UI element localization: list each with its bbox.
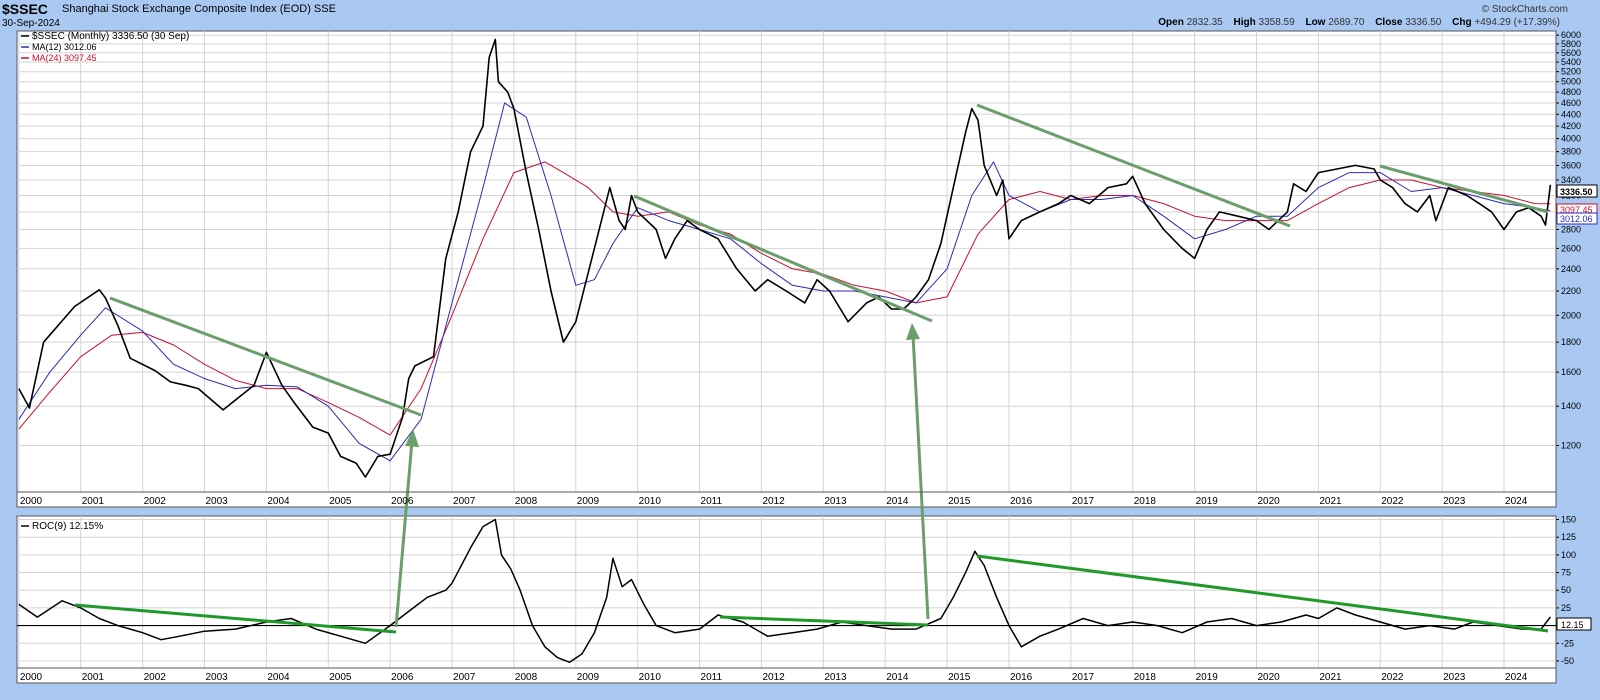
x-tick-label: 2011 (701, 496, 723, 507)
x-tick-label: 2023 (1443, 496, 1466, 507)
ma24-legend-label: MA(24) 3097.45 (32, 53, 97, 63)
roc-y-tick-label: 125 (1561, 532, 1576, 542)
y-tick-label: 2000 (1561, 310, 1581, 320)
x-tick-label: 2022 (1381, 672, 1404, 683)
x-tick-label: 2018 (1134, 496, 1157, 507)
y-tick-label: 4200 (1561, 121, 1581, 131)
x-tick-label: 2013 (824, 496, 847, 507)
x-tick-label: 2005 (329, 672, 352, 683)
x-tick-label: 2007 (453, 496, 476, 507)
x-tick-label: 2000 (20, 496, 43, 507)
x-tick-label: 2007 (453, 672, 476, 683)
x-tick-label: 2008 (515, 496, 538, 507)
x-tick-label: 2013 (824, 672, 847, 683)
roc-y-tick-label: -50 (1561, 656, 1574, 666)
ma12-legend-label: MA(12) 3012.06 (32, 42, 97, 52)
x-tick-label: 2021 (1319, 496, 1342, 507)
y-tick-label: 1800 (1561, 337, 1581, 347)
y-tick-label: 3600 (1561, 160, 1581, 170)
price-legend-label: $SSEC (Monthly) 3336.50 (30 Sep) (32, 31, 189, 42)
x-tick-label: 2020 (1257, 496, 1280, 507)
y-tick-label: 4600 (1561, 98, 1581, 108)
x-tick-label: 2023 (1443, 672, 1466, 683)
y-tick-label: 3400 (1561, 175, 1581, 185)
x-tick-label: 2012 (762, 496, 785, 507)
x-tick-label: 2015 (948, 496, 971, 507)
roc-y-tick-label: 25 (1561, 603, 1571, 613)
roc-y-tick-label: -25 (1561, 638, 1574, 648)
x-tick-label: 2019 (1196, 496, 1219, 507)
x-tick-label: 2010 (639, 672, 662, 683)
x-tick-label: 2016 (1010, 496, 1033, 507)
x-tick-label: 2018 (1134, 672, 1157, 683)
x-tick-label: 2024 (1505, 672, 1528, 683)
x-tick-label: 2001 (82, 672, 105, 683)
x-tick-label: 2008 (515, 672, 538, 683)
y-tick-label: 6000 (1561, 30, 1581, 40)
x-tick-label: 2024 (1505, 496, 1528, 507)
roc-legend-label: ROC(9) 12.15% (32, 521, 103, 532)
close-tag: 3336.50 (1560, 187, 1593, 197)
x-tick-label: 2003 (206, 672, 229, 683)
roc-y-tick-label: 75 (1561, 568, 1571, 578)
x-tick-label: 2009 (577, 672, 600, 683)
y-tick-label: 4400 (1561, 109, 1581, 119)
y-tick-label: 5800 (1561, 39, 1581, 49)
chart-svg: 2000 2000 2001 2001 2002 2002 2003 2003 2004 2004… (16, 30, 1598, 684)
x-tick-label: 2015 (948, 672, 971, 683)
x-tick-label: 2012 (762, 672, 785, 683)
x-tick-label: 2009 (577, 496, 600, 507)
x-tick-label: 2002 (144, 672, 167, 683)
x-tick-label: 2011 (701, 672, 723, 683)
y-tick-label: 3800 (1561, 147, 1581, 157)
roc-y-tick-label: 150 (1561, 515, 1576, 525)
x-tick-label: 2004 (267, 496, 290, 507)
x-tick-label: 2002 (144, 496, 167, 507)
roc-y-tick-label: 50 (1561, 585, 1571, 595)
x-tick-label: 2022 (1381, 496, 1404, 507)
x-tick-label: 2004 (267, 672, 290, 683)
x-tick-label: 2016 (1010, 672, 1033, 683)
x-tick-label: 2019 (1196, 672, 1219, 683)
x-tick-label: 2021 (1319, 672, 1342, 683)
x-tick-label: 2014 (886, 496, 909, 507)
y-tick-label: 1200 (1561, 441, 1581, 451)
y-tick-label: 5600 (1561, 48, 1581, 58)
x-tick-label: 2020 (1257, 672, 1280, 683)
ma12-tag: 3012.06 (1560, 214, 1593, 224)
x-tick-label: 2006 (391, 496, 414, 507)
y-tick-label: 5200 (1561, 67, 1581, 77)
y-tick-label: 2800 (1561, 225, 1581, 235)
x-tick-label: 2001 (82, 496, 105, 507)
x-tick-label: 2006 (391, 672, 414, 683)
x-tick-label: 2005 (329, 496, 352, 507)
y-tick-label: 4000 (1561, 134, 1581, 144)
roc-y-tick-label: 100 (1561, 550, 1576, 560)
y-tick-label: 2200 (1561, 286, 1581, 296)
x-tick-label: 2000 (20, 672, 43, 683)
y-tick-label: 1400 (1561, 401, 1581, 411)
x-tick-label: 2010 (639, 496, 662, 507)
y-tick-label: 5000 (1561, 77, 1581, 87)
y-tick-label: 2400 (1561, 264, 1581, 274)
roc-tag: 12.15 (1561, 620, 1584, 630)
roc-panel (16, 515, 1557, 684)
x-tick-label: 2017 (1072, 496, 1095, 507)
y-tick-label: 5400 (1561, 57, 1581, 67)
y-tick-label: 2600 (1561, 243, 1581, 253)
y-tick-label: 4800 (1561, 87, 1581, 97)
x-tick-label: 2014 (886, 672, 909, 683)
x-tick-label: 2017 (1072, 672, 1095, 683)
x-tick-label: 2003 (206, 496, 229, 507)
y-tick-label: 1600 (1561, 367, 1581, 377)
